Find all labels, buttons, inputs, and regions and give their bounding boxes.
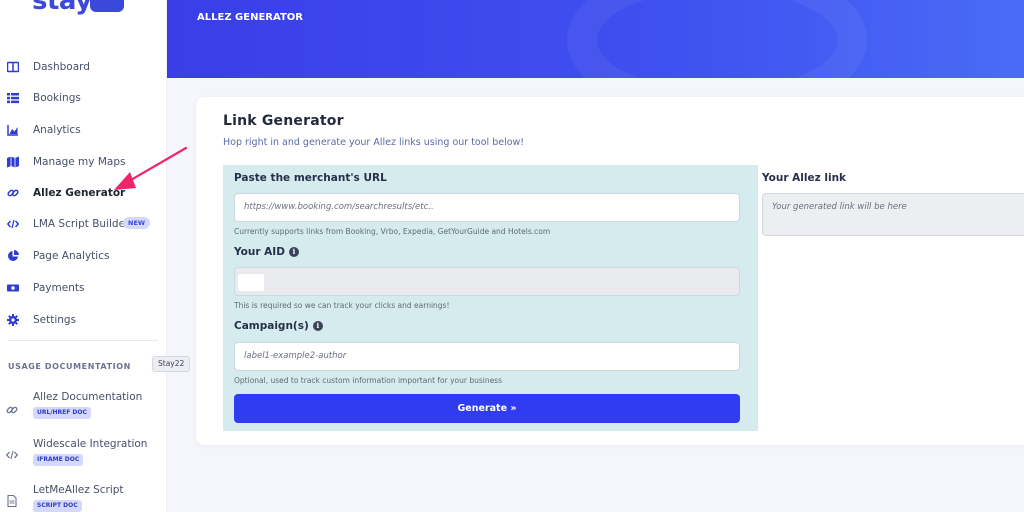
card-title: Link Generator (223, 113, 344, 129)
aid-help: This is required so we can track your cl… (234, 301, 450, 310)
link-generator-card: Link Generator Hop right in and generate… (196, 97, 1024, 445)
dashboard-icon (7, 61, 19, 73)
doc-tag: IFRAME DOC (33, 454, 84, 466)
page-header: ALLEZ GENERATOR (167, 0, 1024, 78)
link-icon (7, 187, 19, 199)
doc-tag: URL/HREF DOC (33, 407, 91, 419)
sidebar-item-label: Dashboard (33, 61, 90, 73)
aid-label-text: Your AID (234, 246, 285, 258)
campaign-input[interactable]: label1-example2-author (234, 342, 740, 371)
sidebar-item-lma-script-builder[interactable]: LMA Script Builder NEW (0, 212, 167, 236)
money-icon (7, 282, 19, 294)
sidebar-item-label: Manage my Maps (33, 156, 126, 168)
usage-documentation-title: USAGE DOCUMENTATION (8, 362, 131, 371)
logo[interactable]: stay (32, 0, 92, 16)
sidebar-item-label: Allez Generator (33, 187, 126, 199)
sidebar-item-bookings[interactable]: Bookings (0, 86, 167, 110)
sidebar-item-maps[interactable]: Manage my Maps (0, 150, 167, 174)
sidebar-item-label: Settings (33, 314, 77, 326)
tooltip: Stay22 (152, 356, 191, 372)
doc-item-allez-documentation[interactable]: Allez Documentation URL/HREF DOC (0, 391, 167, 431)
generator-form: Paste the merchant's URL https://www.boo… (223, 165, 758, 431)
list-icon (7, 92, 19, 104)
sidebar-item-label: LMA Script Builder (33, 218, 130, 230)
sidebar-item-label: Bookings (33, 92, 81, 104)
doc-item-label: Widescale Integration (33, 438, 148, 450)
sidebar-item-analytics[interactable]: Analytics (0, 118, 167, 142)
merchant-url-label: Paste the merchant's URL (234, 172, 387, 184)
map-icon (7, 156, 19, 168)
sidebar-item-label: Page Analytics (33, 250, 110, 262)
merchant-url-help: Currently supports links from Booking, V… (234, 227, 551, 236)
aid-label: Your AID i (234, 246, 299, 258)
info-icon[interactable]: i (312, 321, 323, 331)
sidebar: stay Dashboard Bookings Analytics Manage… (0, 0, 167, 512)
gear-icon (7, 314, 19, 326)
generate-button[interactable]: Generate » (234, 394, 740, 423)
info-icon[interactable]: i (288, 247, 299, 257)
pie-chart-icon (7, 250, 19, 262)
aid-value-chip (238, 274, 264, 291)
merchant-url-label-text: Paste the merchant's URL (234, 172, 387, 184)
campaign-help: Optional, used to track custom informati… (234, 376, 503, 385)
sidebar-item-dashboard[interactable]: Dashboard (0, 55, 167, 79)
campaign-label: Campaign(s) i (234, 320, 323, 332)
sidebar-item-settings[interactable]: Settings (0, 308, 167, 332)
card-subtitle: Hop right in and generate your Allez lin… (223, 137, 525, 148)
doc-item-widescale-integration[interactable]: Widescale Integration IFRAME DOC (0, 438, 167, 478)
allez-link-output[interactable]: Your generated link will be here (762, 193, 1024, 236)
logo-bubble-icon (90, 0, 124, 12)
merchant-url-input[interactable]: https://www.booking.com/searchresults/et… (234, 193, 740, 222)
sidebar-item-label: Analytics (33, 124, 81, 136)
code-icon (5, 446, 19, 460)
aid-input[interactable] (234, 267, 740, 296)
code-icon (7, 218, 19, 230)
header-decoration (567, 0, 867, 78)
doc-item-letmeallez-script[interactable]: LetMeAllez Script SCRIPT DOC (0, 484, 167, 512)
link-icon (6, 401, 18, 414)
new-badge: NEW (123, 217, 151, 229)
doc-item-label: Allez Documentation (33, 391, 143, 403)
sidebar-item-label: Payments (33, 282, 85, 294)
allez-link-label: Your Allez link (762, 172, 847, 184)
file-icon (6, 492, 18, 508)
sidebar-divider (8, 340, 158, 341)
sidebar-item-page-analytics[interactable]: Page Analytics (0, 244, 167, 268)
chart-icon (7, 124, 19, 136)
sidebar-item-payments[interactable]: Payments (0, 276, 167, 300)
sidebar-item-allez-generator[interactable]: Allez Generator (0, 181, 167, 205)
doc-item-label: LetMeAllez Script (33, 484, 124, 496)
page-title: ALLEZ GENERATOR (197, 12, 303, 23)
doc-tag: SCRIPT DOC (33, 500, 82, 512)
campaign-label-text: Campaign(s) (234, 320, 309, 332)
